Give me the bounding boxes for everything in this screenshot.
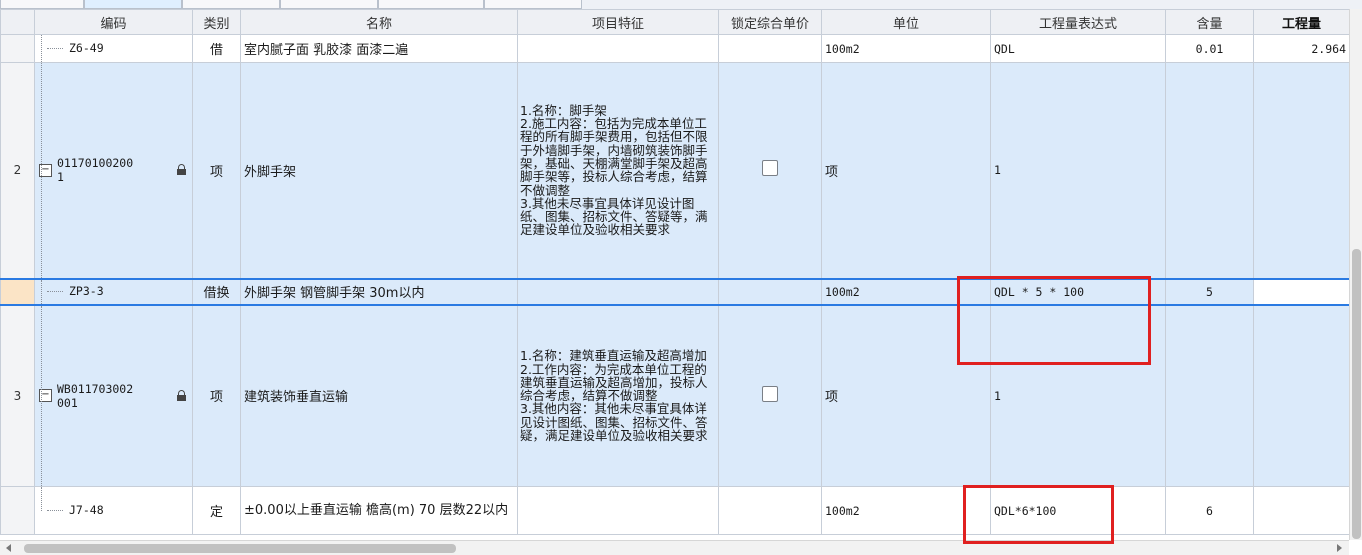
row-unit[interactable]: 项 bbox=[821, 62, 991, 279]
col-lock-price-header[interactable]: 锁定综合单价 bbox=[718, 9, 822, 35]
row-content[interactable] bbox=[1165, 304, 1254, 487]
row-lock-price[interactable] bbox=[718, 277, 822, 306]
col-name-header[interactable]: 名称 bbox=[240, 9, 518, 35]
vertical-scrollbar[interactable] bbox=[1349, 9, 1362, 540]
row-index[interactable]: 3 bbox=[0, 304, 35, 487]
bill-grid: 编码 类别 名称 项目特征 锁定综合单价 单位 工程量表达式 含量 工程量 Z6… bbox=[0, 9, 1349, 540]
table-row[interactable]: 3 − WB011703002 001 项 建筑装饰垂直运输 1.名称：建筑垂直运输… bbox=[0, 304, 1349, 487]
row-code-line2[interactable]: 1 bbox=[57, 170, 64, 184]
row-unit[interactable]: 100m2 bbox=[821, 486, 991, 535]
row-features[interactable]: 1.名称：建筑垂直运输及超高增加 2.工作内容：为完成本单位工程的建筑垂直运输及… bbox=[517, 304, 719, 487]
row-name[interactable]: ±0.00以上垂直运输 檐高(m) 70 层数22以内 bbox=[240, 486, 518, 535]
row-unit[interactable]: 项 bbox=[821, 304, 991, 487]
row-lock-price[interactable] bbox=[718, 486, 822, 535]
row-unit[interactable]: 100m2 bbox=[821, 277, 991, 306]
col-code-header[interactable]: 编码 bbox=[34, 9, 193, 35]
row-name[interactable]: 外脚手架 bbox=[240, 62, 518, 279]
table-row[interactable]: Z6-49 借 室内腻子面 乳胶漆 面漆二遍 100m2 QDL 0.01 2.… bbox=[0, 34, 1349, 63]
row-name[interactable]: 外脚手架 钢管脚手架 30m以内 bbox=[240, 277, 518, 306]
table-row-selected[interactable]: ZP3-3 借换 外脚手架 钢管脚手架 30m以内 100m2 QDL * 5 … bbox=[0, 277, 1349, 306]
tree-line bbox=[47, 510, 63, 511]
row-code[interactable]: Z6-49 bbox=[69, 41, 104, 55]
row-index[interactable] bbox=[0, 486, 35, 535]
table-row[interactable]: 2 −01170100200 1 项 外脚手架 1.名称：脚手架 2.施工内容：包… bbox=[0, 62, 1349, 279]
table-row[interactable]: J7-48 定 ±0.00以上垂直运输 檐高(m) 70 层数22以内 100m… bbox=[0, 486, 1349, 535]
lock-icon bbox=[177, 164, 186, 176]
tree-line bbox=[41, 63, 42, 278]
row-quantity[interactable]: 2.964 bbox=[1253, 34, 1349, 63]
row-category[interactable]: 项 bbox=[192, 62, 241, 279]
row-features[interactable]: 1.名称：脚手架 2.施工内容：包括为完成本单位工程的所有脚手架费用，包括但不限… bbox=[517, 62, 719, 279]
row-expression[interactable]: QDL*6*100 bbox=[990, 486, 1166, 535]
row-expression[interactable]: 1 bbox=[990, 62, 1166, 279]
row-code-line1[interactable]: 01170100200 bbox=[57, 156, 133, 170]
row-name[interactable]: 室内腻子面 乳胶漆 面漆二遍 bbox=[240, 34, 518, 63]
row-features[interactable] bbox=[517, 34, 719, 63]
row-lock-price[interactable] bbox=[718, 34, 822, 63]
row-category[interactable]: 定 bbox=[192, 486, 241, 535]
lock-icon bbox=[177, 389, 186, 401]
tab-5[interactable] bbox=[378, 0, 484, 9]
scroll-right-icon[interactable] bbox=[1337, 544, 1342, 552]
row-content[interactable]: 0.01 bbox=[1165, 34, 1254, 63]
row-index[interactable] bbox=[0, 277, 35, 306]
row-expression[interactable]: 1 bbox=[990, 304, 1166, 487]
row-index[interactable]: 2 bbox=[0, 62, 35, 279]
row-code-line1[interactable]: WB011703002 bbox=[57, 382, 133, 396]
tree-line bbox=[41, 35, 42, 62]
row-quantity[interactable] bbox=[1253, 304, 1349, 487]
scroll-left-icon[interactable] bbox=[6, 544, 11, 552]
row-content[interactable]: 6 bbox=[1165, 486, 1254, 535]
tree-line bbox=[47, 48, 63, 49]
row-quantity[interactable] bbox=[1253, 62, 1349, 279]
col-category-header[interactable]: 类别 bbox=[192, 9, 241, 35]
col-unit-header[interactable]: 单位 bbox=[821, 9, 991, 35]
row-quantity[interactable] bbox=[1253, 486, 1349, 535]
row-code-line2[interactable]: 001 bbox=[57, 396, 78, 410]
tree-line bbox=[47, 291, 63, 292]
tab-4[interactable] bbox=[280, 0, 378, 9]
row-lock-price[interactable] bbox=[718, 62, 822, 279]
row-lock-price[interactable] bbox=[718, 304, 822, 487]
lock-price-checkbox[interactable] bbox=[762, 160, 778, 177]
vertical-scroll-thumb[interactable] bbox=[1352, 249, 1361, 539]
horizontal-scroll-thumb[interactable] bbox=[24, 544, 456, 553]
tree-line bbox=[41, 305, 42, 486]
tab-2[interactable] bbox=[84, 0, 182, 9]
lock-price-checkbox[interactable] bbox=[762, 385, 778, 402]
tree-line bbox=[41, 280, 42, 303]
tree-line bbox=[41, 487, 42, 511]
row-content[interactable]: 5 bbox=[1165, 277, 1254, 306]
row-name[interactable]: 建筑装饰垂直运输 bbox=[240, 304, 518, 487]
row-features[interactable] bbox=[517, 277, 719, 306]
col-features-header[interactable]: 项目特征 bbox=[517, 9, 719, 35]
tab-1[interactable] bbox=[0, 0, 84, 9]
col-index-header[interactable] bbox=[0, 9, 35, 35]
row-code[interactable]: J7-48 bbox=[69, 503, 104, 517]
row-category[interactable]: 借换 bbox=[192, 277, 241, 306]
row-code[interactable]: ZP3-3 bbox=[69, 284, 104, 298]
col-quantity-header[interactable]: 工程量 bbox=[1253, 9, 1349, 35]
header-row: 编码 类别 名称 项目特征 锁定综合单价 单位 工程量表达式 含量 工程量 bbox=[0, 9, 1349, 35]
row-category[interactable]: 项 bbox=[192, 304, 241, 487]
col-content-header[interactable]: 含量 bbox=[1165, 9, 1254, 35]
col-expression-header[interactable]: 工程量表达式 bbox=[990, 9, 1166, 35]
row-unit[interactable]: 100m2 bbox=[821, 34, 991, 63]
row-expression[interactable]: QDL * 5 * 100 bbox=[990, 277, 1166, 306]
tab-3[interactable] bbox=[182, 0, 280, 9]
horizontal-scrollbar[interactable] bbox=[0, 540, 1349, 555]
row-quantity[interactable] bbox=[1253, 277, 1349, 306]
row-features[interactable] bbox=[517, 486, 719, 535]
row-content[interactable] bbox=[1165, 62, 1254, 279]
row-category[interactable]: 借 bbox=[192, 34, 241, 63]
tab-6[interactable] bbox=[484, 0, 582, 9]
row-index[interactable] bbox=[0, 34, 35, 63]
row-expression[interactable]: QDL bbox=[990, 34, 1166, 63]
